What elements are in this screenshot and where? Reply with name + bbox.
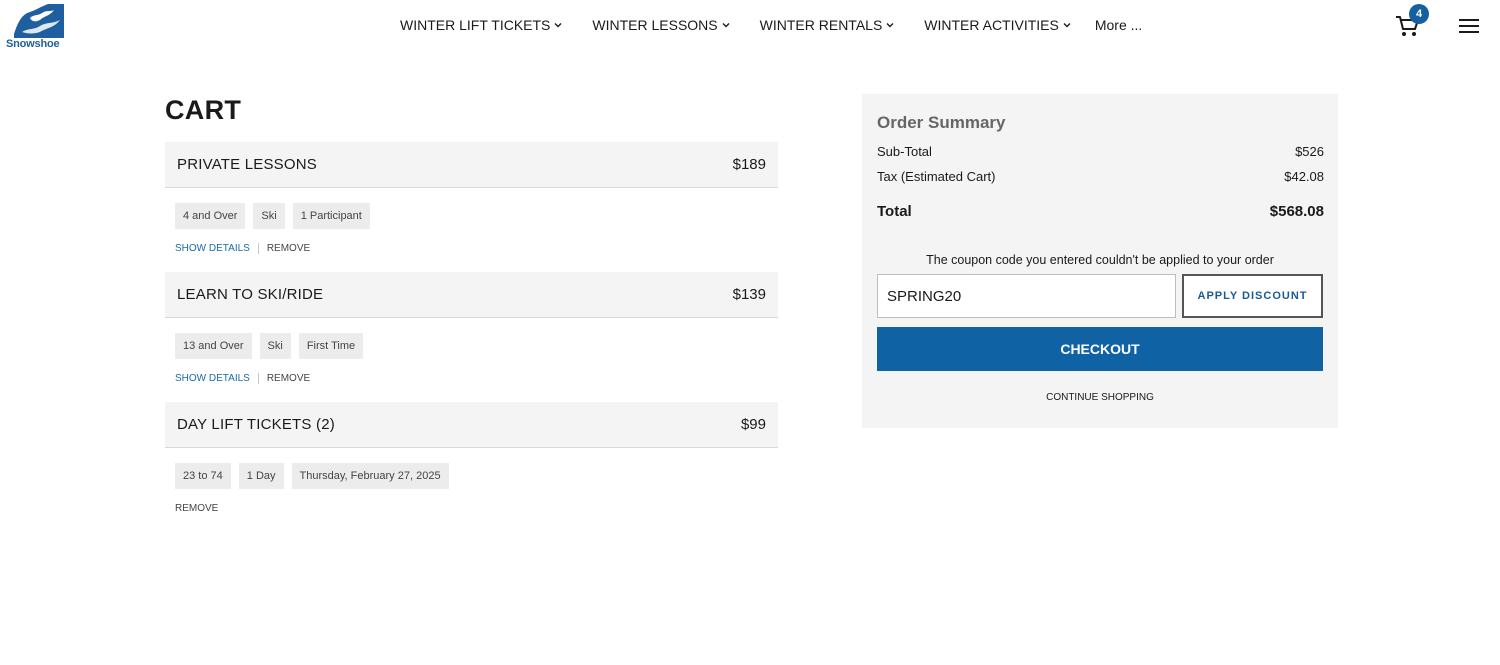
cart-item-name: DAY LIFT TICKETS (2) [177, 416, 335, 433]
cart-item-tag: First Time [298, 333, 364, 359]
nav-label: WINTER LESSONS [592, 17, 718, 33]
remove-link[interactable]: REMOVE [267, 373, 310, 384]
chevron-down-icon [722, 23, 730, 28]
cart-item-actions: REMOVE [175, 503, 218, 514]
cart-item: DAY LIFT TICKETS (2) $99 23 to 74 1 Day … [165, 402, 778, 532]
remove-link[interactable]: REMOVE [175, 503, 218, 514]
total-row: Total $568.08 [877, 203, 1324, 220]
total-value: $568.08 [1269, 203, 1324, 220]
action-divider [257, 373, 259, 384]
coupon-code-input[interactable] [877, 274, 1176, 318]
cart-item: LEARN TO SKI/RIDE $139 13 and Over Ski F… [165, 272, 778, 402]
coupon-error-message: The coupon code you entered couldn't be … [926, 253, 1274, 267]
logo-wordmark: Snowshoe [6, 38, 60, 50]
cart-items-list: PRIVATE LESSONS $189 4 and Over Ski 1 Pa… [165, 142, 778, 532]
page-title: CART [165, 95, 242, 125]
snowshoe-logo[interactable]: Snowshoe [6, 4, 64, 50]
action-divider [257, 243, 259, 254]
nav-winter-lift-tickets[interactable]: WINTER LIFT TICKETS [400, 17, 562, 33]
cart-item-body: 23 to 74 1 Day Thursday, February 27, 20… [165, 448, 778, 532]
nav-winter-rentals[interactable]: WINTER RENTALS [760, 17, 895, 33]
order-summary-title: Order Summary [877, 113, 1006, 132]
subtotal-label: Sub-Total [877, 144, 932, 159]
total-label: Total [877, 203, 912, 220]
chevron-down-icon [1063, 23, 1071, 28]
nav-label: WINTER RENTALS [759, 17, 883, 33]
cart-item-tag: 13 and Over [175, 333, 252, 359]
cart-item-tags: 23 to 74 1 Day Thursday, February 27, 20… [175, 463, 457, 489]
cart-item-body: 13 and Over Ski First Time SHOW DETAILS … [165, 318, 778, 402]
nav-winter-lessons[interactable]: WINTER LESSONS [592, 17, 730, 33]
cart-item-body: 4 and Over Ski 1 Participant SHOW DETAIL… [165, 188, 778, 272]
nav-label: WINTER ACTIVITIES [924, 17, 1059, 33]
cart-item-tag: Ski [253, 203, 285, 229]
cart-item-actions: SHOW DETAILS REMOVE [175, 243, 310, 254]
cart-item-price: $99 [740, 416, 766, 433]
order-summary-panel: Order Summary Sub-Total $526 Tax (Estima… [862, 94, 1338, 428]
cart-item-name: PRIVATE LESSONS [177, 156, 317, 173]
cart-item-tag: 1 Day [238, 463, 284, 489]
continue-shopping-link[interactable]: CONTINUE SHOPPING [862, 392, 1338, 403]
cart-item-header: DAY LIFT TICKETS (2) $99 [165, 402, 778, 448]
cart-count-badge: 4 [1409, 4, 1429, 24]
apply-discount-button[interactable]: APPLY DISCOUNT [1182, 274, 1323, 318]
nav-more[interactable]: More ... [1095, 17, 1142, 33]
cart-item-tag: 4 and Over [175, 203, 246, 229]
chevron-down-icon [554, 23, 562, 28]
cart-item-header: PRIVATE LESSONS $189 [165, 142, 778, 188]
tax-value: $42.08 [1284, 169, 1324, 184]
show-details-link[interactable]: SHOW DETAILS [175, 373, 250, 384]
subtotal-row: Sub-Total $526 [877, 144, 1324, 159]
site-header: Snowshoe WINTER LIFT TICKETS WINTER LESS… [0, 0, 1500, 52]
chevron-down-icon [886, 23, 894, 28]
nav-more-label: More ... [1094, 17, 1143, 33]
cart-item: PRIVATE LESSONS $189 4 and Over Ski 1 Pa… [165, 142, 778, 272]
show-details-link[interactable]: SHOW DETAILS [175, 243, 250, 254]
cart-item-tag: Ski [259, 333, 291, 359]
cart-item-price: $139 [732, 286, 766, 303]
tax-label: Tax (Estimated Cart) [877, 169, 996, 184]
cart-item-actions: SHOW DETAILS REMOVE [175, 373, 310, 384]
snowshoe-mountain-icon [14, 4, 64, 38]
cart-item-tags: 13 and Over Ski First Time [175, 333, 371, 359]
tax-row: Tax (Estimated Cart) $42.08 [877, 169, 1324, 184]
cart-item-price: $189 [732, 156, 766, 173]
cart-item-tags: 4 and Over Ski 1 Participant [175, 203, 378, 229]
cart-item-name: LEARN TO SKI/RIDE [177, 286, 324, 303]
subtotal-value: $526 [1295, 144, 1324, 159]
nav-winter-activities[interactable]: WINTER ACTIVITIES [924, 17, 1071, 33]
menu-button[interactable] [1459, 18, 1479, 34]
cart-item-tag: 1 Participant [292, 203, 370, 229]
nav-label: WINTER LIFT TICKETS [400, 17, 551, 33]
main-nav: WINTER LIFT TICKETS WINTER LESSONS WINTE… [400, 17, 1142, 33]
cart-item-header: LEARN TO SKI/RIDE $139 [165, 272, 778, 318]
hamburger-menu-icon [1459, 19, 1479, 33]
checkout-button[interactable]: CHECKOUT [877, 327, 1323, 371]
cart-item-tag: Thursday, February 27, 2025 [291, 463, 449, 489]
remove-link[interactable]: REMOVE [267, 243, 310, 254]
cart-item-tag: 23 to 74 [175, 463, 231, 489]
